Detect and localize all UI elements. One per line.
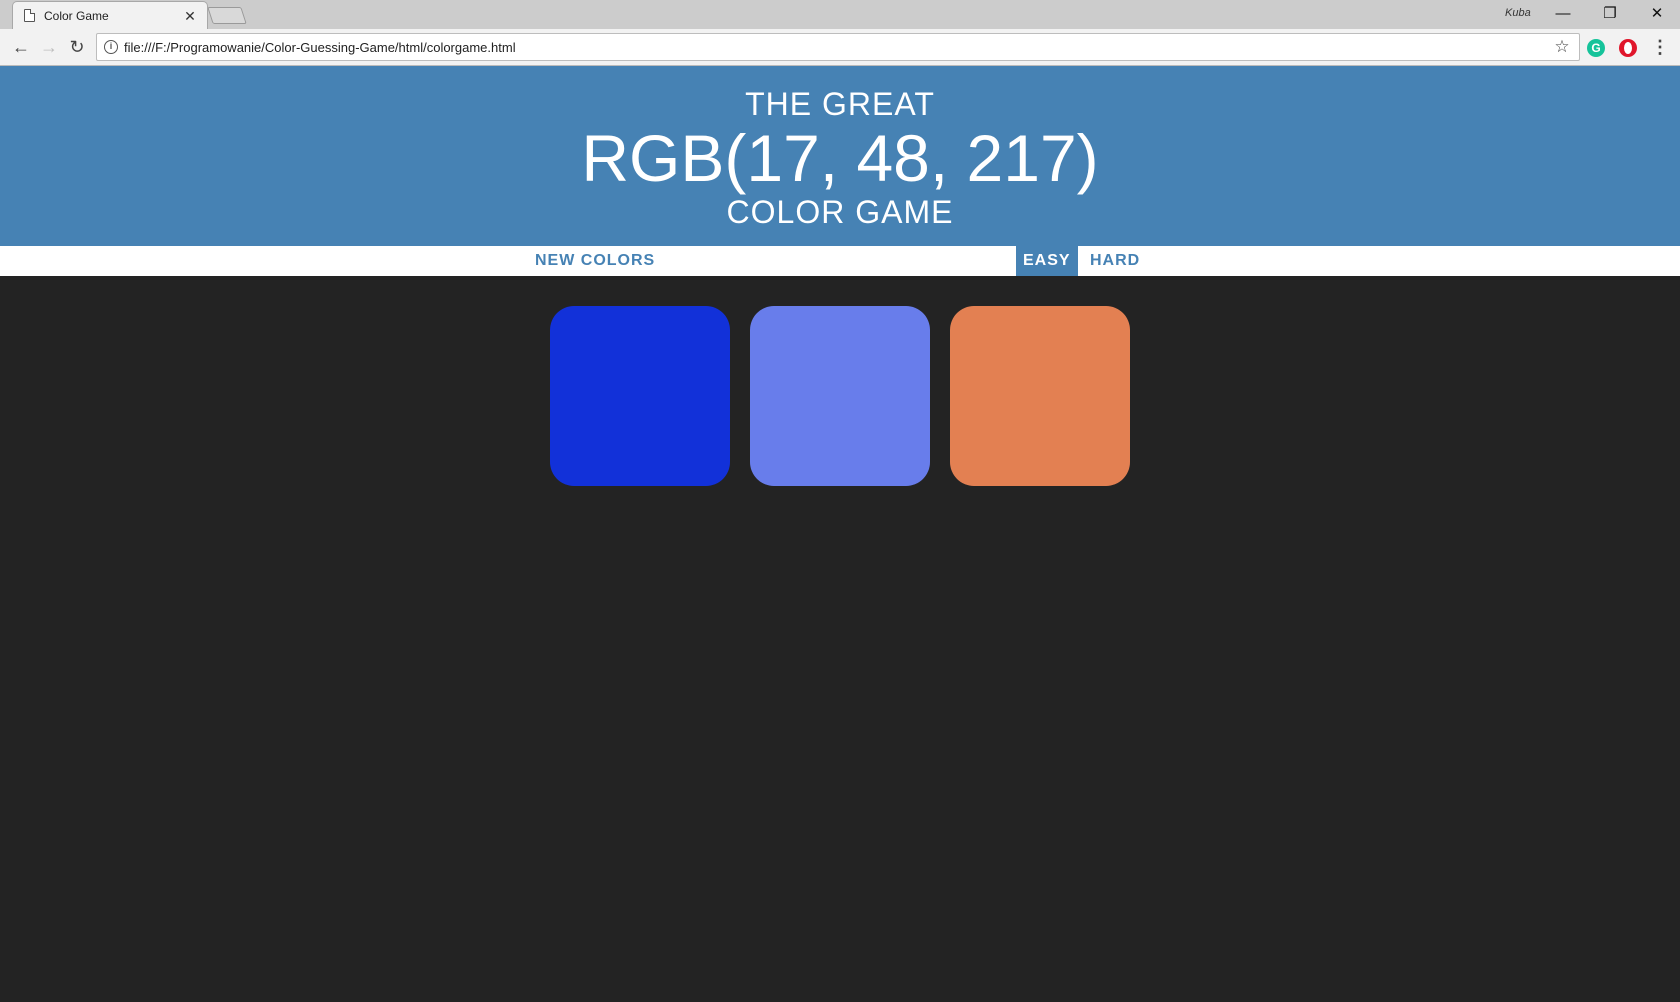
address-bar[interactable]: i file:///F:/Programowanie/Color-Guessin… [96, 33, 1580, 61]
opera-extension-icon[interactable] [1619, 39, 1637, 57]
browser-toolbar: ← → ↻ i file:///F:/Programowanie/Color-G… [0, 29, 1680, 66]
close-window-button[interactable]: ✕ [1634, 0, 1680, 28]
site-info-icon[interactable]: i [104, 40, 118, 54]
color-square-1[interactable] [550, 306, 730, 486]
page-icon [24, 9, 35, 22]
target-color-display: RGB(17, 48, 217) [581, 121, 1099, 195]
back-button[interactable]: ← [9, 35, 33, 59]
game-header: The Great RGB(17, 48, 217) Color Game [0, 66, 1680, 246]
new-tab-button[interactable] [207, 7, 247, 24]
profile-name[interactable]: Kuba [1505, 7, 1531, 19]
page-content: The Great RGB(17, 48, 217) Color Game Ne… [0, 66, 1680, 1002]
url-text[interactable]: file:///F:/Programowanie/Color-Guessing-… [124, 40, 1551, 55]
controls-stripe: New Colors Easy Hard [0, 246, 1680, 276]
restore-button[interactable]: ❐ [1587, 0, 1633, 28]
color-square-2[interactable] [750, 306, 930, 486]
new-colors-button[interactable]: New Colors [528, 246, 663, 276]
tab-close-icon[interactable]: ✕ [182, 8, 198, 24]
hard-mode-button[interactable]: Hard [1083, 246, 1148, 276]
grammarly-extension-icon[interactable]: G [1587, 39, 1605, 57]
forward-button[interactable]: → [37, 35, 61, 59]
bookmark-star-icon[interactable]: ☆ [1551, 37, 1573, 57]
reload-button[interactable]: ↻ [65, 35, 89, 59]
easy-mode-button[interactable]: Easy [1016, 246, 1078, 276]
browser-tabstrip: Color Game ✕ Kuba — ❐ ✕ [0, 0, 1680, 29]
browser-tab-color-game[interactable]: Color Game ✕ [12, 1, 208, 29]
minimize-button[interactable]: — [1540, 0, 1586, 28]
header-title-top: The Great [745, 86, 935, 122]
browser-menu-icon[interactable]: ⋮ [1650, 35, 1670, 59]
color-square-3[interactable] [950, 306, 1130, 486]
tab-title: Color Game [44, 8, 109, 23]
header-title-bottom: Color Game [726, 194, 954, 230]
